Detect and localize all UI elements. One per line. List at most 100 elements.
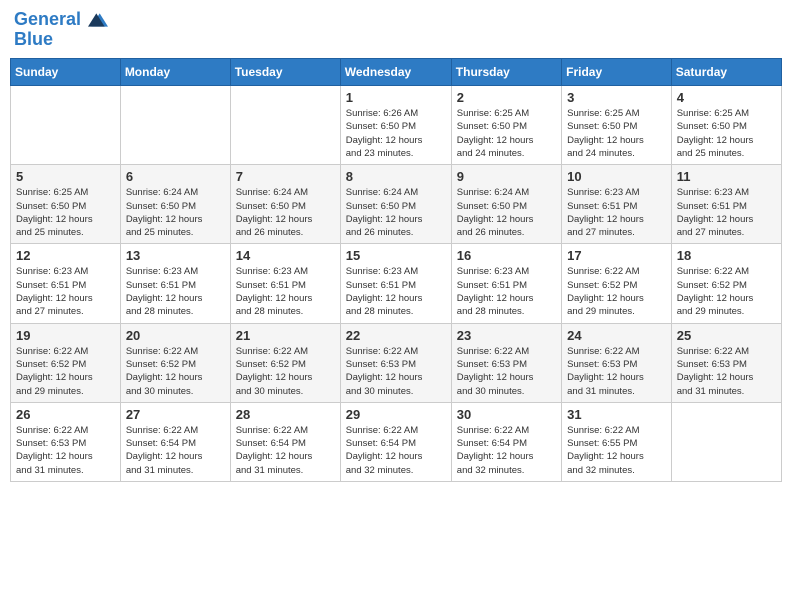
calendar-week-row: 5 Sunrise: 6:25 AM Sunset: 6:50 PM Daylig… xyxy=(11,165,782,244)
calendar-week-row: 26 Sunrise: 6:22 AM Sunset: 6:53 PM Dayli… xyxy=(11,402,782,481)
calendar-cell: 16 Sunrise: 6:23 AM Sunset: 6:51 PM Dayli… xyxy=(451,244,561,323)
calendar-cell: 11 Sunrise: 6:23 AM Sunset: 6:51 PM Dayli… xyxy=(671,165,781,244)
calendar-cell: 22 Sunrise: 6:22 AM Sunset: 6:53 PM Dayli… xyxy=(340,323,451,402)
page-header: General Blue xyxy=(10,10,782,50)
day-number: 21 xyxy=(236,328,335,343)
day-info: Sunrise: 6:25 AM Sunset: 6:50 PM Dayligh… xyxy=(457,107,556,160)
weekday-header-cell: Tuesday xyxy=(230,59,340,86)
day-info: Sunrise: 6:22 AM Sunset: 6:54 PM Dayligh… xyxy=(346,424,446,477)
day-number: 6 xyxy=(126,169,225,184)
calendar-cell: 21 Sunrise: 6:22 AM Sunset: 6:52 PM Dayli… xyxy=(230,323,340,402)
day-info: Sunrise: 6:23 AM Sunset: 6:51 PM Dayligh… xyxy=(457,265,556,318)
day-number: 1 xyxy=(346,90,446,105)
day-number: 30 xyxy=(457,407,556,422)
logo: General Blue xyxy=(14,10,108,50)
day-info: Sunrise: 6:25 AM Sunset: 6:50 PM Dayligh… xyxy=(677,107,776,160)
calendar-cell: 5 Sunrise: 6:25 AM Sunset: 6:50 PM Daylig… xyxy=(11,165,121,244)
calendar-cell xyxy=(120,86,230,165)
day-number: 23 xyxy=(457,328,556,343)
calendar-cell: 8 Sunrise: 6:24 AM Sunset: 6:50 PM Daylig… xyxy=(340,165,451,244)
calendar-cell: 30 Sunrise: 6:22 AM Sunset: 6:54 PM Dayli… xyxy=(451,402,561,481)
day-info: Sunrise: 6:22 AM Sunset: 6:52 PM Dayligh… xyxy=(126,345,225,398)
day-info: Sunrise: 6:26 AM Sunset: 6:50 PM Dayligh… xyxy=(346,107,446,160)
day-number: 11 xyxy=(677,169,776,184)
calendar-cell xyxy=(230,86,340,165)
day-number: 5 xyxy=(16,169,115,184)
day-number: 18 xyxy=(677,248,776,263)
day-info: Sunrise: 6:25 AM Sunset: 6:50 PM Dayligh… xyxy=(567,107,666,160)
day-number: 3 xyxy=(567,90,666,105)
day-info: Sunrise: 6:25 AM Sunset: 6:50 PM Dayligh… xyxy=(16,186,115,239)
day-number: 13 xyxy=(126,248,225,263)
day-number: 9 xyxy=(457,169,556,184)
calendar-cell: 27 Sunrise: 6:22 AM Sunset: 6:54 PM Dayli… xyxy=(120,402,230,481)
day-number: 19 xyxy=(16,328,115,343)
calendar-cell: 14Sunrise: 6:23 AM Sunset: 6:51 PM Dayli… xyxy=(230,244,340,323)
weekday-header-cell: Monday xyxy=(120,59,230,86)
day-info: Sunrise: 6:22 AM Sunset: 6:53 PM Dayligh… xyxy=(16,424,115,477)
calendar-cell: 25 Sunrise: 6:22 AM Sunset: 6:53 PM Dayli… xyxy=(671,323,781,402)
day-info: Sunrise: 6:22 AM Sunset: 6:52 PM Dayligh… xyxy=(236,345,335,398)
day-number: 2 xyxy=(457,90,556,105)
day-number: 25 xyxy=(677,328,776,343)
day-number: 17 xyxy=(567,248,666,263)
calendar-cell: 23Sunrise: 6:22 AM Sunset: 6:53 PM Dayli… xyxy=(451,323,561,402)
day-info: Sunrise: 6:22 AM Sunset: 6:53 PM Dayligh… xyxy=(567,345,666,398)
calendar-cell: 18 Sunrise: 6:22 AM Sunset: 6:52 PM Dayli… xyxy=(671,244,781,323)
day-info: Sunrise: 6:22 AM Sunset: 6:53 PM Dayligh… xyxy=(677,345,776,398)
day-number: 26 xyxy=(16,407,115,422)
calendar-cell: 24 Sunrise: 6:22 AM Sunset: 6:53 PM Dayli… xyxy=(562,323,672,402)
calendar-cell: 10Sunrise: 6:23 AM Sunset: 6:51 PM Dayli… xyxy=(562,165,672,244)
day-info: Sunrise: 6:24 AM Sunset: 6:50 PM Dayligh… xyxy=(126,186,225,239)
day-info: Sunrise: 6:24 AM Sunset: 6:50 PM Dayligh… xyxy=(346,186,446,239)
calendar-cell: 2 Sunrise: 6:25 AM Sunset: 6:50 PM Daylig… xyxy=(451,86,561,165)
day-info: Sunrise: 6:22 AM Sunset: 6:55 PM Dayligh… xyxy=(567,424,666,477)
weekday-header-cell: Thursday xyxy=(451,59,561,86)
day-number: 7 xyxy=(236,169,335,184)
weekday-header-cell: Wednesday xyxy=(340,59,451,86)
calendar-table: SundayMondayTuesdayWednesdayThursdayFrid… xyxy=(10,58,782,482)
day-info: Sunrise: 6:23 AM Sunset: 6:51 PM Dayligh… xyxy=(677,186,776,239)
day-info: Sunrise: 6:22 AM Sunset: 6:52 PM Dayligh… xyxy=(16,345,115,398)
calendar-cell: 13 Sunrise: 6:23 AM Sunset: 6:51 PM Dayli… xyxy=(120,244,230,323)
day-info: Sunrise: 6:24 AM Sunset: 6:50 PM Dayligh… xyxy=(457,186,556,239)
weekday-header-cell: Saturday xyxy=(671,59,781,86)
day-number: 27 xyxy=(126,407,225,422)
calendar-body: 1 Sunrise: 6:26 AM Sunset: 6:50 PM Daylig… xyxy=(11,86,782,482)
calendar-cell: 1 Sunrise: 6:26 AM Sunset: 6:50 PM Daylig… xyxy=(340,86,451,165)
calendar-cell: 4 Sunrise: 6:25 AM Sunset: 6:50 PM Daylig… xyxy=(671,86,781,165)
calendar-cell: 28 Sunrise: 6:22 AM Sunset: 6:54 PM Dayli… xyxy=(230,402,340,481)
day-number: 12 xyxy=(16,248,115,263)
day-info: Sunrise: 6:22 AM Sunset: 6:54 PM Dayligh… xyxy=(457,424,556,477)
weekday-header-row: SundayMondayTuesdayWednesdayThursdayFrid… xyxy=(11,59,782,86)
day-number: 20 xyxy=(126,328,225,343)
calendar-week-row: 12 Sunrise: 6:23 AM Sunset: 6:51 PM Dayli… xyxy=(11,244,782,323)
day-info: Sunrise: 6:23 AM Sunset: 6:51 PM Dayligh… xyxy=(236,265,335,318)
day-info: Sunrise: 6:22 AM Sunset: 6:52 PM Dayligh… xyxy=(677,265,776,318)
calendar-cell: 29 Sunrise: 6:22 AM Sunset: 6:54 PM Dayli… xyxy=(340,402,451,481)
day-info: Sunrise: 6:24 AM Sunset: 6:50 PM Dayligh… xyxy=(236,186,335,239)
day-info: Sunrise: 6:22 AM Sunset: 6:54 PM Dayligh… xyxy=(126,424,225,477)
calendar-cell: 3 Sunrise: 6:25 AM Sunset: 6:50 PM Daylig… xyxy=(562,86,672,165)
day-number: 29 xyxy=(346,407,446,422)
day-info: Sunrise: 6:22 AM Sunset: 6:53 PM Dayligh… xyxy=(346,345,446,398)
weekday-header-cell: Friday xyxy=(562,59,672,86)
day-info: Sunrise: 6:23 AM Sunset: 6:51 PM Dayligh… xyxy=(16,265,115,318)
day-number: 24 xyxy=(567,328,666,343)
day-number: 28 xyxy=(236,407,335,422)
day-info: Sunrise: 6:22 AM Sunset: 6:54 PM Dayligh… xyxy=(236,424,335,477)
day-number: 16 xyxy=(457,248,556,263)
calendar-cell: 26 Sunrise: 6:22 AM Sunset: 6:53 PM Dayli… xyxy=(11,402,121,481)
day-number: 22 xyxy=(346,328,446,343)
day-info: Sunrise: 6:23 AM Sunset: 6:51 PM Dayligh… xyxy=(126,265,225,318)
calendar-cell: 17 Sunrise: 6:22 AM Sunset: 6:52 PM Dayli… xyxy=(562,244,672,323)
day-number: 8 xyxy=(346,169,446,184)
calendar-cell: 15Sunrise: 6:23 AM Sunset: 6:51 PM Dayli… xyxy=(340,244,451,323)
calendar-cell xyxy=(11,86,121,165)
calendar-cell: 6 Sunrise: 6:24 AM Sunset: 6:50 PM Daylig… xyxy=(120,165,230,244)
calendar-cell: 20 Sunrise: 6:22 AM Sunset: 6:52 PM Dayli… xyxy=(120,323,230,402)
day-number: 4 xyxy=(677,90,776,105)
weekday-header-cell: Sunday xyxy=(11,59,121,86)
day-info: Sunrise: 6:22 AM Sunset: 6:52 PM Dayligh… xyxy=(567,265,666,318)
calendar-cell: 12 Sunrise: 6:23 AM Sunset: 6:51 PM Dayli… xyxy=(11,244,121,323)
